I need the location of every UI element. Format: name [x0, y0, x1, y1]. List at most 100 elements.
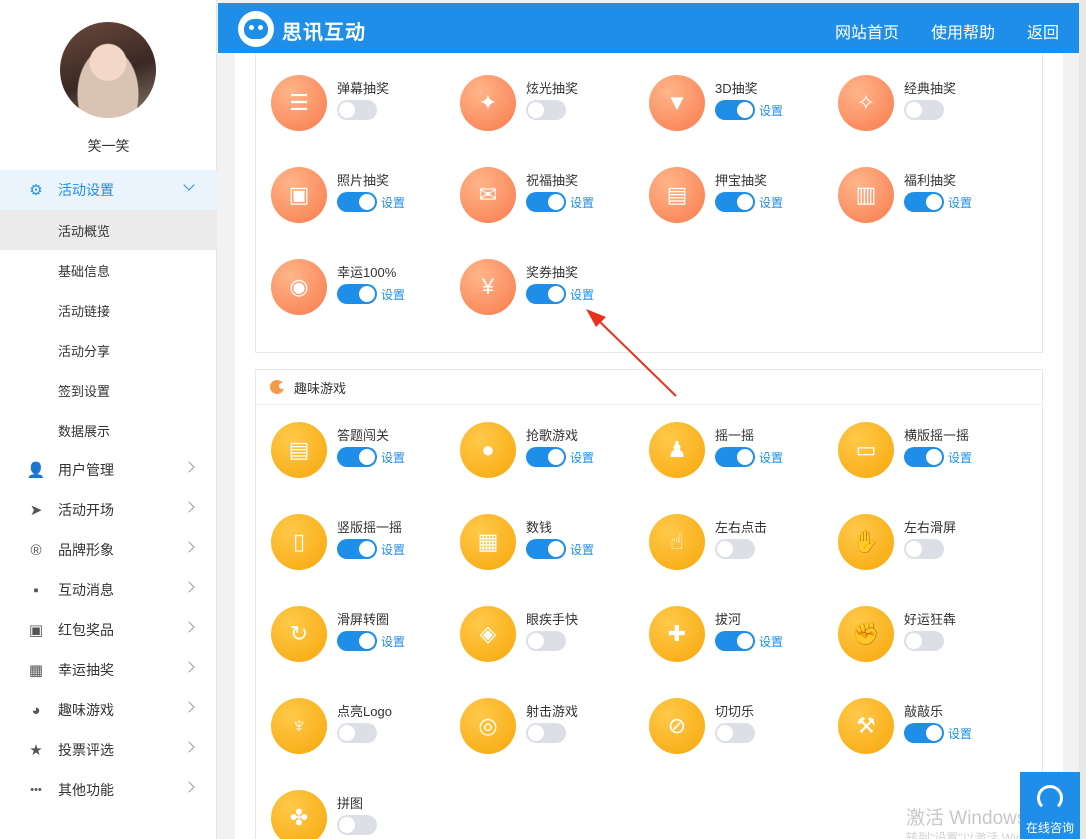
eye-bolt-icon[interactable]: ◈: [460, 606, 516, 662]
settings-link[interactable]: 设置: [570, 541, 594, 558]
settings-link[interactable]: 设置: [570, 194, 594, 211]
enable-toggle[interactable]: [337, 100, 377, 120]
tug-of-war-icon[interactable]: ✚: [649, 606, 705, 662]
submenu-item-1[interactable]: 基础信息: [0, 250, 217, 290]
settings-link[interactable]: 设置: [381, 541, 405, 558]
enable-toggle[interactable]: [904, 447, 944, 467]
enable-toggle[interactable]: [526, 447, 566, 467]
torch-icon[interactable]: ♆: [271, 698, 327, 754]
enable-toggle[interactable]: [337, 539, 377, 559]
twinkle-icon[interactable]: ✧: [838, 75, 894, 131]
game-name: 敲敲乐: [904, 704, 944, 719]
enable-toggle[interactable]: [337, 631, 377, 651]
settings-link[interactable]: 设置: [948, 194, 972, 211]
settings-link[interactable]: 设置: [948, 725, 972, 742]
enable-toggle[interactable]: [526, 723, 566, 743]
settings-link[interactable]: 设置: [381, 633, 405, 650]
enable-toggle[interactable]: [337, 192, 377, 212]
sidebar-item-0[interactable]: ⚙ 活动设置: [0, 170, 217, 210]
enable-toggle[interactable]: [715, 100, 755, 120]
swipe-hand-icon[interactable]: ✋: [838, 514, 894, 570]
sidebar-item-6[interactable]: ▦ 幸运抽奖: [0, 650, 217, 690]
sidebar-item-2[interactable]: ➤ 活动开场: [0, 490, 217, 530]
scrollbar-track[interactable]: [1079, 0, 1086, 839]
slice-icon[interactable]: ⊘: [649, 698, 705, 754]
avatar[interactable]: [60, 22, 156, 118]
submenu-item-3[interactable]: 活动分享: [0, 330, 217, 370]
submenu-item-0[interactable]: 活动概览: [0, 210, 217, 250]
enable-toggle[interactable]: [904, 631, 944, 651]
game-name: 数钱: [526, 520, 553, 535]
photo-icon[interactable]: ▣: [271, 167, 327, 223]
enable-toggle[interactable]: [526, 631, 566, 651]
sparkle-stars-icon[interactable]: ✦: [460, 75, 516, 131]
settings-link[interactable]: 设置: [381, 449, 405, 466]
gift-box-icon[interactable]: ▥: [838, 167, 894, 223]
settings-link[interactable]: 设置: [570, 449, 594, 466]
games-card-header: 趣味游戏: [256, 370, 1042, 405]
enable-toggle[interactable]: [526, 192, 566, 212]
phone-portrait-icon[interactable]: ▯: [271, 514, 327, 570]
enable-toggle[interactable]: [337, 284, 377, 304]
enable-toggle[interactable]: [337, 723, 377, 743]
wheel-icon[interactable]: ◉: [271, 259, 327, 315]
tap-hand-icon[interactable]: ☝: [649, 514, 705, 570]
home-link[interactable]: 网站首页: [835, 19, 899, 43]
enable-toggle[interactable]: [904, 192, 944, 212]
submenu-item-2[interactable]: 活动链接: [0, 290, 217, 330]
envelope-icon[interactable]: ✉: [460, 167, 516, 223]
game-controller-icon: [270, 380, 285, 394]
enable-toggle[interactable]: [904, 723, 944, 743]
money-icon[interactable]: ▦: [460, 514, 516, 570]
settings-link[interactable]: 设置: [381, 286, 405, 303]
enable-toggle[interactable]: [715, 447, 755, 467]
settings-link[interactable]: 设置: [759, 449, 783, 466]
joystick-icon[interactable]: ♟: [649, 422, 705, 478]
enable-toggle[interactable]: [526, 539, 566, 559]
enable-toggle[interactable]: [715, 192, 755, 212]
enable-toggle[interactable]: [526, 100, 566, 120]
settings-link[interactable]: 设置: [759, 633, 783, 650]
chevron-right-icon: [183, 501, 195, 513]
hammer-icon[interactable]: ⚒: [838, 698, 894, 754]
enable-toggle[interactable]: [715, 723, 755, 743]
top-header: 思讯互动 网站首页 使用帮助 返回: [218, 3, 1079, 53]
submenu-item-5[interactable]: 数据展示: [0, 410, 217, 450]
treasure-icon[interactable]: ▤: [649, 167, 705, 223]
submenu-item-4[interactable]: 签到设置: [0, 370, 217, 410]
enable-toggle[interactable]: [526, 284, 566, 304]
enable-toggle[interactable]: [904, 100, 944, 120]
sidebar-item-8[interactable]: ★ 投票评选: [0, 730, 217, 770]
settings-link[interactable]: 设置: [759, 102, 783, 119]
funnel-icon[interactable]: ▼: [649, 75, 705, 131]
sidebar-item-9[interactable]: ••• 其他功能: [0, 770, 217, 810]
settings-link[interactable]: 设置: [570, 286, 594, 303]
sidebar-item-5[interactable]: ▣ 红包奖品: [0, 610, 217, 650]
settings-link[interactable]: 设置: [381, 194, 405, 211]
help-link[interactable]: 使用帮助: [931, 19, 995, 43]
puzzle-icon[interactable]: ✤: [271, 790, 327, 839]
microphone-icon[interactable]: ●: [460, 422, 516, 478]
enable-toggle[interactable]: [715, 631, 755, 651]
ticket-icon[interactable]: ¥: [460, 259, 516, 315]
enable-toggle[interactable]: [337, 815, 377, 835]
enable-toggle[interactable]: [337, 447, 377, 467]
enable-toggle[interactable]: [715, 539, 755, 559]
target-icon[interactable]: ◎: [460, 698, 516, 754]
sidebar-item-1[interactable]: 👤 用户管理: [0, 450, 217, 490]
settings-link[interactable]: 设置: [759, 194, 783, 211]
online-consult-button[interactable]: 在线咨询: [1020, 772, 1080, 839]
sidebar-item-4[interactable]: ▪ 互动消息: [0, 570, 217, 610]
list-icon[interactable]: ☰: [271, 75, 327, 131]
game-name: 炫光抽奖: [526, 81, 579, 96]
quiz-paper-icon[interactable]: ▤: [271, 422, 327, 478]
back-link[interactable]: 返回: [1027, 19, 1059, 43]
phone-landscape-icon[interactable]: ▭: [838, 422, 894, 478]
enable-toggle[interactable]: [904, 539, 944, 559]
settings-link[interactable]: 设置: [948, 449, 972, 466]
icon-glyph: ◈: [479, 621, 497, 646]
sidebar-item-3[interactable]: ® 品牌形象: [0, 530, 217, 570]
fist-icon[interactable]: ✊: [838, 606, 894, 662]
sidebar-item-7[interactable]: ◕ 趣味游戏: [0, 690, 217, 730]
rotate-icon[interactable]: ↻: [271, 606, 327, 662]
